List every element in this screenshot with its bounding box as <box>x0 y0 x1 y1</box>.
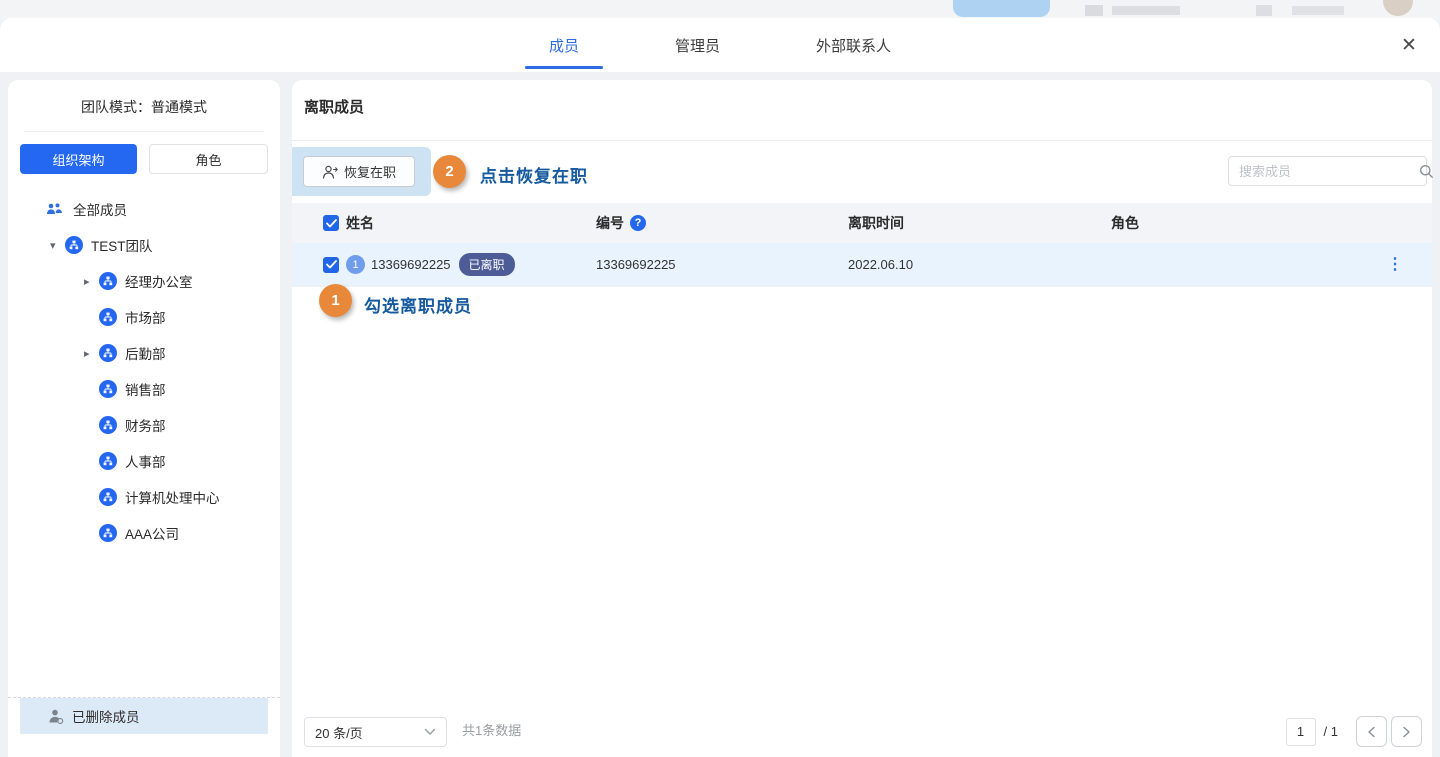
sidebar-item-all-members[interactable]: 全部成员 <box>8 191 280 227</box>
tree-item-label: 后勤部 <box>125 343 166 363</box>
tree-item-label: 全部成员 <box>73 199 127 219</box>
sidebar-item-logistics-dept[interactable]: ▸ 后勤部 <box>8 335 280 371</box>
dialog-header: 成员 管理员 外部联系人 ✕ <box>0 18 1440 72</box>
col-header-role: 角色 <box>1111 213 1432 233</box>
sidebar-item-aaa-company[interactable]: AAA公司 <box>8 515 280 551</box>
background-text-remnant <box>1112 6 1180 15</box>
col-header-number: 编号 <box>596 213 624 233</box>
deleted-members-label: 已删除成员 <box>72 706 140 726</box>
deleted-person-icon <box>48 709 64 724</box>
table-row[interactable]: 1 13369692225 已离职 13369692225 2022.06.10 <box>292 243 1432 287</box>
org-node-icon <box>99 524 117 542</box>
status-badge: 已离职 <box>459 253 515 276</box>
total-pages-label: / 1 <box>1324 724 1338 739</box>
role-button[interactable]: 角色 <box>149 144 268 174</box>
divider <box>24 131 264 132</box>
caret-right-icon[interactable]: ▸ <box>84 275 99 288</box>
col-header-name: 姓名 <box>346 213 596 233</box>
org-node-icon <box>99 380 117 398</box>
page-size-select[interactable]: 20 条/页 <box>304 717 447 747</box>
caret-down-icon[interactable]: ▾ <box>50 239 65 252</box>
page-size-value: 20 条/页 <box>305 723 424 742</box>
chevron-down-icon <box>424 728 436 736</box>
org-tree: 全部成员 ▾ TEST团队 ▸ 经理办公室 市场部 ▸ <box>8 191 280 551</box>
annotation-text-2: 点击恢复在职 <box>480 162 588 187</box>
sidebar-item-sales-dept[interactable]: 销售部 <box>8 371 280 407</box>
close-icon[interactable]: ✕ <box>1396 32 1422 58</box>
org-node-icon <box>99 452 117 470</box>
background-avatar-remnant <box>1383 0 1413 16</box>
tree-item-label: 计算机处理中心 <box>125 487 220 507</box>
restore-button-label: 恢复在职 <box>344 162 396 181</box>
org-node-icon <box>99 488 117 506</box>
divider <box>292 140 1432 141</box>
tab-external-contacts[interactable]: 外部联系人 <box>792 18 915 72</box>
tree-item-label: 人事部 <box>125 451 166 471</box>
sidebar-item-test-team[interactable]: ▾ TEST团队 <box>8 227 280 263</box>
caret-right-icon[interactable]: ▸ <box>84 347 99 360</box>
tree-item-label: 市场部 <box>125 307 166 327</box>
team-mode-label: 团队模式：普通模式 <box>8 97 280 117</box>
annotation-step-2: 2 <box>433 155 466 188</box>
next-page-button[interactable] <box>1391 716 1422 747</box>
tree-item-label: 经理办公室 <box>125 271 193 291</box>
org-node-icon <box>65 236 83 254</box>
tab-members[interactable]: 成员 <box>525 18 603 72</box>
row-checkbox[interactable] <box>323 257 339 273</box>
prev-page-button[interactable] <box>1356 716 1387 747</box>
org-node-icon <box>99 272 117 290</box>
sidebar-item-finance-dept[interactable]: 财务部 <box>8 407 280 443</box>
tree-item-label: AAA公司 <box>125 523 179 543</box>
table-header: 姓名 编号 ? 离职时间 角色 <box>292 203 1432 243</box>
sidebar-item-market-dept[interactable]: 市场部 <box>8 299 280 335</box>
org-node-icon <box>99 344 117 362</box>
main-panel: 离职成员 恢复在职 2 点击恢复在职 姓名 编号 ? 离职时间 角色 <box>292 80 1432 757</box>
sidebar-item-computer-center[interactable]: 计算机处理中心 <box>8 479 280 515</box>
current-page-input[interactable]: 1 <box>1286 718 1316 746</box>
row-more-actions-icon[interactable]: ⋮ <box>1386 253 1404 277</box>
restore-employment-button[interactable]: 恢复在职 <box>303 156 415 187</box>
avatar: 1 <box>346 255 365 274</box>
sidebar-item-deleted-members[interactable]: 已删除成员 <box>20 698 268 734</box>
background-text-remnant <box>1292 6 1344 15</box>
tab-admins[interactable]: 管理员 <box>651 18 744 72</box>
sidebar-item-manager-office[interactable]: ▸ 经理办公室 <box>8 263 280 299</box>
pagination: 1 / 1 <box>1286 716 1422 747</box>
search-box <box>1228 156 1427 186</box>
background-app-strip <box>0 0 1440 20</box>
sidebar-item-hr-dept[interactable]: 人事部 <box>8 443 280 479</box>
leave-date: 2022.06.10 <box>848 257 1111 272</box>
org-node-icon <box>99 416 117 434</box>
person-restore-icon <box>322 165 338 179</box>
annotation-text-1: 勾选离职成员 <box>364 292 472 317</box>
background-icon-remnant <box>1085 5 1103 16</box>
search-icon[interactable] <box>1419 164 1434 179</box>
tree-item-label: 财务部 <box>125 415 166 435</box>
background-icon-remnant <box>1256 5 1272 16</box>
member-name: 13369692225 <box>371 257 451 272</box>
col-header-leave-date: 离职时间 <box>848 213 1111 233</box>
background-button-remnant <box>953 0 1050 17</box>
member-number: 13369692225 <box>596 257 848 272</box>
select-all-checkbox[interactable] <box>323 215 339 231</box>
sidebar: 团队模式：普通模式 组织架构 角色 全部成员 ▾ TEST团队 ▸ 经理办公室 <box>8 80 280 757</box>
help-icon[interactable]: ? <box>630 215 646 231</box>
annotation-step-1: 1 <box>319 284 352 317</box>
org-structure-button[interactable]: 组织架构 <box>20 144 137 174</box>
search-input[interactable] <box>1229 164 1419 179</box>
tree-item-label: 销售部 <box>125 379 166 399</box>
total-count-label: 共1条数据 <box>462 720 521 739</box>
people-group-icon <box>46 202 63 216</box>
page-title: 离职成员 <box>304 96 364 117</box>
org-node-icon <box>99 308 117 326</box>
tree-item-label: TEST团队 <box>91 235 153 255</box>
